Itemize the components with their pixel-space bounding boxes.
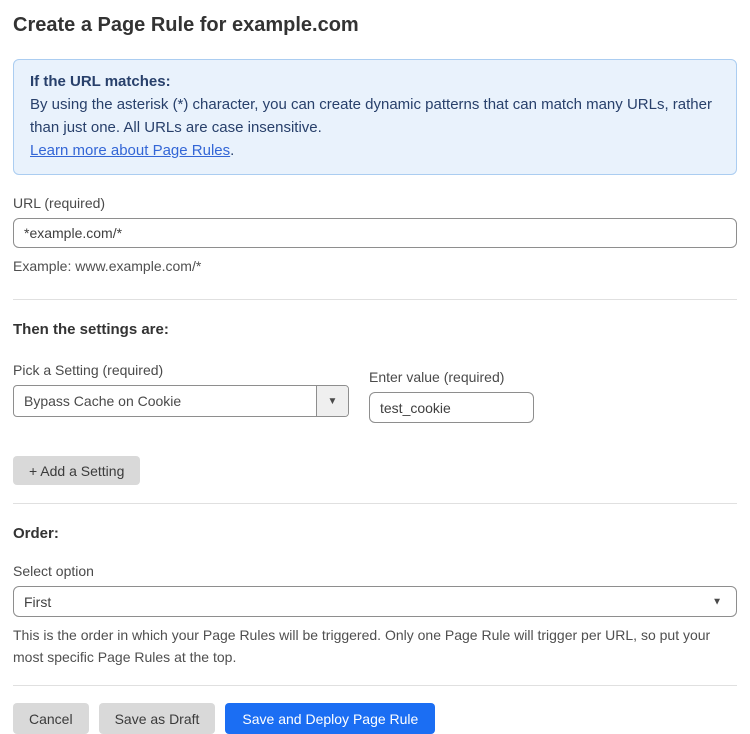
url-label: URL (required) [13, 195, 737, 211]
info-box-body: By using the asterisk (*) character, you… [30, 93, 720, 139]
setting-value-group: Enter value (required) [369, 369, 534, 423]
link-suffix: . [230, 142, 234, 159]
divider [13, 685, 737, 686]
order-select[interactable]: First ▼ [13, 586, 737, 617]
save-deploy-button[interactable]: Save and Deploy Page Rule [225, 703, 435, 734]
chevron-down-glyph: ▼ [712, 596, 722, 607]
setting-select-value: Bypass Cache on Cookie [14, 386, 316, 416]
order-description: This is the order in which your Page Rul… [13, 624, 737, 668]
divider [13, 299, 737, 300]
chevron-down-glyph: ▼ [328, 396, 338, 407]
add-setting-button[interactable]: + Add a Setting [13, 456, 140, 485]
select-option-label: Select option [13, 563, 737, 579]
url-field-group: URL (required) Example: www.example.com/… [13, 195, 737, 277]
info-box-link-line: Learn more about Page Rules. [30, 139, 720, 162]
footer-actions: Cancel Save as Draft Save and Deploy Pag… [13, 703, 737, 734]
chevron-down-icon: ▼ [712, 596, 722, 607]
order-section-heading: Order: [13, 525, 737, 542]
url-example-hint: Example: www.example.com/* [13, 255, 737, 277]
order-select-value: First [24, 594, 51, 610]
info-box: If the URL matches: By using the asteris… [13, 59, 737, 175]
settings-section-heading: Then the settings are: [13, 321, 737, 338]
page-title: Create a Page Rule for example.com [13, 14, 737, 37]
save-draft-button[interactable]: Save as Draft [99, 703, 216, 734]
enter-value-label: Enter value (required) [369, 369, 534, 385]
cancel-button[interactable]: Cancel [13, 703, 89, 734]
info-box-heading: If the URL matches: [30, 70, 720, 93]
settings-row: Pick a Setting (required) Bypass Cache o… [13, 362, 737, 423]
chevron-down-icon[interactable]: ▼ [316, 386, 348, 416]
divider [13, 503, 737, 504]
create-page-rule-dialog: Create a Page Rule for example.com If th… [0, 0, 750, 734]
setting-value-input[interactable] [369, 392, 534, 423]
url-input[interactable] [13, 218, 737, 248]
setting-select-group: Pick a Setting (required) Bypass Cache o… [13, 362, 349, 417]
learn-more-link[interactable]: Learn more about Page Rules [30, 142, 230, 159]
pick-setting-label: Pick a Setting (required) [13, 362, 349, 378]
setting-select[interactable]: Bypass Cache on Cookie ▼ [13, 385, 349, 417]
order-select-group: Select option First ▼ This is the order … [13, 563, 737, 668]
